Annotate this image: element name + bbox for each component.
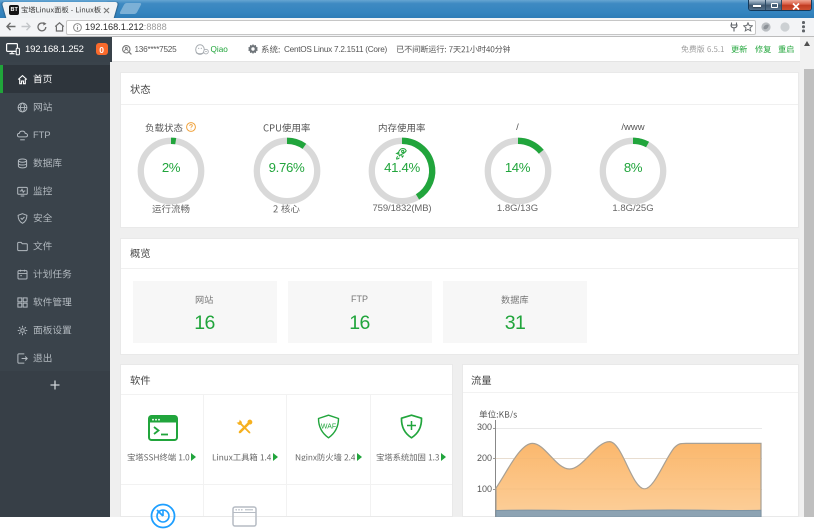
svg-text:WAF: WAF xyxy=(321,424,336,431)
